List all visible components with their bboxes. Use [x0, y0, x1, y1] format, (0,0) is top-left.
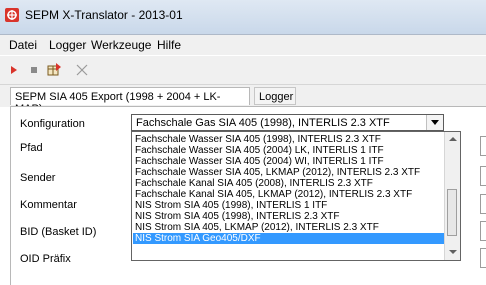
tab-sepm-export[interactable]: SEPM SIA 405 Export (1998 + 2004 + LK-MA…	[10, 87, 250, 115]
kommentar-input[interactable]	[480, 194, 486, 214]
dropdown-option[interactable]: Fachschale Wasser SIA 405 (2004) WI, INT…	[135, 156, 445, 167]
export-icon[interactable]	[44, 60, 64, 80]
dropdown-option[interactable]: NIS Strom SIA 405, LKMAP (2012), INTERLI…	[135, 222, 445, 233]
dropdown-option[interactable]: Fachschale Wasser SIA 405 (2004) LK, INT…	[135, 145, 445, 156]
sender-input[interactable]	[480, 166, 486, 186]
dropdown-option[interactable]: NIS Strom SIA 405 (1998), INTERLIS 1 ITF	[135, 200, 445, 211]
label-oid-praefix: OID Präfix	[20, 253, 71, 265]
dropdown-option[interactable]: Fachschale Wasser SIA 405, LKMAP (2012),…	[135, 167, 445, 178]
stop-icon[interactable]	[24, 60, 44, 80]
dropdown-option[interactable]: Fachschale Wasser SIA 405 (1998), INTERL…	[135, 134, 445, 145]
bid-input[interactable]	[480, 221, 486, 241]
chevron-down-icon	[431, 120, 439, 125]
label-pfad: Pfad	[20, 142, 43, 154]
close-icon[interactable]	[72, 60, 92, 80]
window-title: SEPM X-Translator - 2013-01	[25, 8, 183, 22]
dropdown-option[interactable]: NIS Strom SIA 405 (1998), INTERLIS 2.3 X…	[135, 211, 445, 222]
toolbar	[0, 56, 486, 85]
pfad-input[interactable]	[480, 136, 486, 156]
combo-selected-value: Fachschale Gas SIA 405 (1998), INTERLIS …	[136, 117, 390, 129]
menu-werkzeuge[interactable]: Werkzeuge	[91, 38, 151, 52]
konfiguration-combobox[interactable]: Fachschale Gas SIA 405 (1998), INTERLIS …	[131, 114, 444, 131]
menu-datei[interactable]: Datei	[9, 38, 37, 52]
play-icon[interactable]	[4, 60, 24, 80]
tab-logger[interactable]: Logger	[254, 87, 296, 105]
dropdown-scrollbar[interactable]	[444, 132, 460, 260]
combo-dropdown-button[interactable]	[426, 115, 443, 130]
dropdown-option-highlighted[interactable]: NIS Strom SIA Geo405/DXF	[133, 233, 447, 244]
dropdown-option[interactable]: Fachschale Kanal SIA 405, LKMAP (2012), …	[135, 189, 445, 200]
label-konfiguration: Konfiguration	[20, 118, 85, 130]
tab-strip: SEPM SIA 405 Export (1998 + 2004 + LK-MA…	[0, 85, 486, 115]
konfiguration-dropdown-list: Fachschale Wasser SIA 405 (1998), INTERL…	[131, 131, 461, 261]
scroll-up-icon[interactable]	[449, 137, 457, 141]
menu-bar: Datei Logger Werkzeuge Hilfe	[0, 35, 486, 55]
label-bid: BID (Basket ID)	[20, 226, 97, 238]
dropdown-option[interactable]: Fachschale Kanal SIA 405 (2008), INTERLI…	[135, 178, 445, 189]
title-bar: SEPM X-Translator - 2013-01	[0, 0, 486, 35]
menu-logger[interactable]: Logger	[49, 38, 86, 52]
label-kommentar: Kommentar	[20, 199, 77, 211]
oid-praefix-input[interactable]	[480, 248, 486, 268]
label-sender: Sender	[20, 172, 56, 184]
scroll-down-icon[interactable]	[449, 250, 457, 254]
scroll-thumb[interactable]	[447, 189, 457, 236]
app-icon	[5, 8, 19, 22]
menu-hilfe[interactable]: Hilfe	[157, 38, 181, 52]
